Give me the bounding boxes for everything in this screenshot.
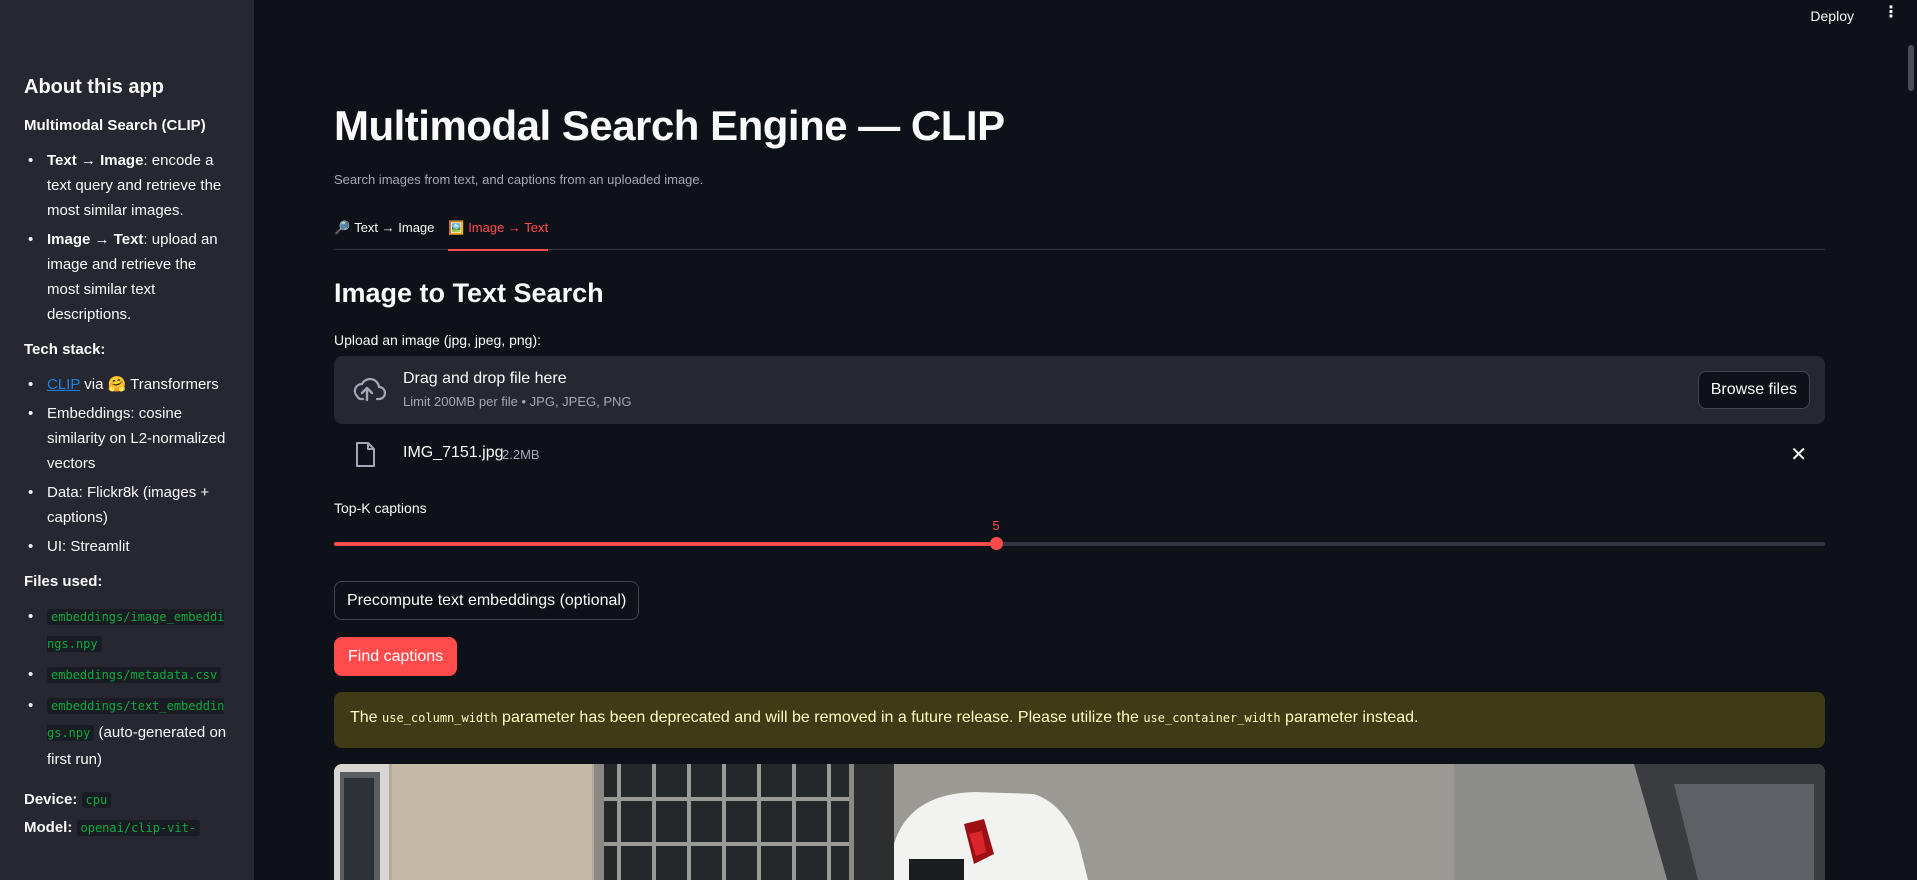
warning-text: The [350,709,383,726]
files-heading: Files used: [24,573,103,590]
top-k-slider[interactable]: 5 [334,518,1825,564]
file-dropzone[interactable]: Drag and drop file here Limit 200MB per … [334,356,1825,424]
car-photo [334,764,1825,880]
device-label: Device: [24,791,78,808]
tab-text-to-image[interactable]: 🔎 Text → Image [334,218,434,249]
list-item: Text → Image: encode a text query and re… [24,148,230,223]
magnifier-icon: 🔎 [334,220,351,235]
file-path-code: embeddings/image_embeddings.npy [47,609,225,652]
scrollbar-thumb[interactable] [1908,45,1914,91]
device-value: cpu [81,792,112,808]
sidebar: About this app Multimodal Search (CLIP) … [0,0,254,880]
tech-item-text: via 🤗 Transformers [80,376,219,393]
main-content: Multimodal Search Engine — CLIP Search i… [334,0,1825,880]
tech-stack-heading: Tech stack: [24,341,106,358]
file-icon [356,442,375,467]
feature-name: Image → Text [47,231,144,248]
browse-files-button[interactable]: Browse files [1697,371,1810,409]
slider-label: Top-K captions [334,500,427,516]
tech-stack-list: CLIP via 🤗 Transformers Embeddings: cosi… [24,372,230,559]
feature-name: Text → Image [47,152,144,169]
file-name: IMG_7151.jpg [403,444,504,461]
list-item: Data: Flickr8k (images + captions) [24,480,230,530]
upload-label: Upload an image (jpg, jpeg, png): [334,332,542,348]
slider-fill [334,542,996,546]
device-row: Device: cpu [24,786,230,814]
warning-text: parameter has been deprecated and will b… [497,709,1144,726]
files-list: embeddings/image_embeddings.npy embeddin… [24,604,230,772]
slider-value: 5 [992,518,1000,533]
feature-list: Text → Image: encode a text query and re… [24,148,230,327]
uploaded-image-preview [334,764,1825,880]
warning-text: parameter instead. [1280,709,1419,726]
deprecation-warning: The use_column_width parameter has been … [334,692,1825,748]
list-item: Image → Text: upload an image and retrie… [24,227,230,327]
kebab-menu-icon[interactable]: ⋮ [1883,4,1899,22]
app-root: About this app Multimodal Search (CLIP) … [0,0,1917,880]
list-item: embeddings/image_embeddings.npy [24,604,230,658]
precompute-embeddings-button[interactable]: Precompute text embeddings (optional) [334,581,640,620]
close-icon[interactable]: ✕ [1790,444,1807,466]
tab-image-to-text[interactable]: 🖼️ Image → Text [448,218,549,251]
tab-label: Image → Text [468,220,549,235]
dropzone-limit: Limit 200MB per file • JPG, JPEG, PNG [403,394,632,409]
list-item: Embeddings: cosine similarity on L2-norm… [24,401,230,476]
picture-icon: 🖼️ [448,220,465,235]
find-captions-button[interactable]: Find captions [334,637,458,676]
file-path-code: embeddings/metadata.csv [47,667,222,683]
page-subtitle: Search images from text, and captions fr… [334,172,704,187]
file-size: 2.2MB [502,447,540,462]
warning-code: use_column_width [382,711,498,725]
tab-bar: 🔎 Text → Image 🖼️ Image → Text [334,214,1825,251]
list-item: embeddings/text_embeddings.npy (auto-gen… [24,693,230,772]
model-value: openai/clip-vit- [76,820,201,836]
warning-code: use_container_width [1143,711,1281,725]
dropzone-instruction: Drag and drop file here [403,370,567,387]
sidebar-subtitle: Multimodal Search (CLIP) [24,117,206,134]
model-row: Model: openai/clip-vit- [24,814,230,842]
list-item: UI: Streamlit [24,534,230,559]
uploaded-file-row: IMG_7151.jpg 2.2MB ✕ [334,440,1825,472]
model-label: Model: [24,819,73,836]
list-item: CLIP via 🤗 Transformers [24,372,230,397]
clip-link[interactable]: CLIP [47,376,80,393]
sidebar-title: About this app [24,76,164,98]
cloud-upload-icon [353,377,386,402]
list-item: embeddings/metadata.csv [24,662,230,689]
slider-thumb[interactable] [990,537,1003,550]
tab-label: Text → Image [354,220,435,235]
page-title: Multimodal Search Engine — CLIP [334,102,1005,149]
section-title: Image to Text Search [334,278,604,308]
